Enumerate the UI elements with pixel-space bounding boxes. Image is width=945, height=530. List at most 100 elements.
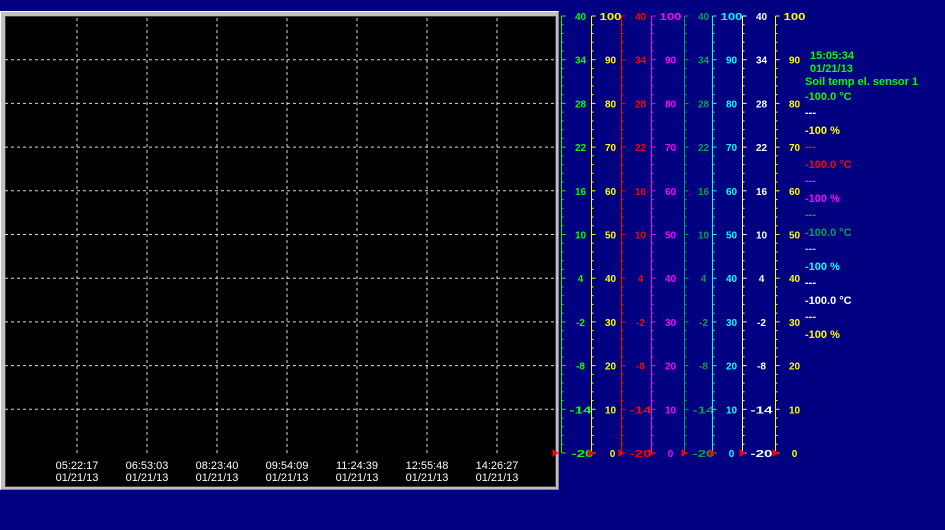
axis-tick-label: 70 [789,143,801,154]
x-tick-label: 06:53:03 01/21/13 [112,460,182,484]
readout-separator: --- [805,209,816,221]
readout-time: 15:05:34 [810,50,855,62]
readout-value: -100 % [805,193,840,205]
axis-tick-label: 80 [605,99,617,110]
x-tick-time: 09:54:09 [265,460,309,472]
axis-tick-label: 50 [665,231,677,242]
x-tick-label: 09:54:09 01/21/13 [252,460,322,484]
axis-tick-label: -8 [757,362,766,373]
axis-tick-label: 28 [635,99,647,110]
axis-tick-label: 30 [789,318,801,329]
axis-tick-label: -8 [576,362,585,373]
axis-tick-label: 30 [726,318,738,329]
x-tick-date: 01/21/13 [265,472,309,484]
axis-tick-label: 0 [729,449,735,460]
axis-tick-label: 100 [784,12,807,23]
x-tick-time: 11:24:39 [335,460,378,472]
readout-value: -100 % [805,261,840,273]
axis-tick-label: -2 [576,318,585,329]
x-tick-time: 08:23:40 [195,460,239,472]
axis-tick-label: 16 [698,187,710,198]
axis-tick-label: 90 [726,56,738,67]
readout-separator: --- [805,243,816,255]
axis-tick-label: 4 [701,274,707,285]
axis-tick-label: 22 [756,143,768,154]
x-tick-date: 01/21/13 [335,472,379,484]
axis-tick-label: -20 [751,449,774,460]
axis-tick-label: 34 [635,56,647,67]
axis-tick-label: -14 [693,405,716,416]
axis-tick-label: 22 [698,143,710,154]
axis-tick-label: 50 [789,231,801,242]
axis-tick-label: 40 [698,12,710,23]
axis-tick-label: 60 [726,187,738,198]
readout-value: -100.0 °C [805,91,852,103]
x-tick-date: 01/21/13 [475,472,519,484]
axis-tick-label: -2 [699,318,708,329]
readout-value: -100.0 °C [805,227,852,239]
readout-separator: --- [805,311,816,323]
axis-tick-label: 4 [638,274,644,285]
readout-value: -100.0 °C [805,295,852,307]
axis-tick-label: 20 [665,362,677,373]
axis-position-marker [552,449,559,457]
axis-tick-label: -8 [699,362,708,373]
axis-tick-label: 10 [726,405,738,416]
axis-tick-label: 0 [668,449,674,460]
readout-separator: --- [805,175,816,187]
axis-tick-label: -14 [751,405,774,416]
axis-tick-label: -2 [636,318,645,329]
readout-value: -100.0 °C [805,159,852,171]
axis-tick-label: -8 [636,362,645,373]
x-tick-label: 11:24:39 01/21/13 [322,460,392,484]
axis-tick-label: 90 [789,56,801,67]
x-tick-label: 14:26:27 01/21/13 [462,460,532,484]
axis-tick-label: 100 [721,12,744,23]
x-tick-time: 14:26:27 [475,460,519,472]
axis-tick-label: 10 [575,231,587,242]
axis-tick-label: 28 [575,99,587,110]
current-value-readout: 15:05:34 01/21/13 Soil temp el. sensor 1… [805,50,945,345]
readout-separator: --- [805,141,816,153]
axis-tick-label: 34 [575,56,587,67]
axis-tick-label: 30 [605,318,617,329]
axis-tick-label: 4 [759,274,765,285]
readout-value: -100 % [805,125,840,137]
axis-tick-label: 10 [789,405,801,416]
x-tick-date: 01/21/13 [125,472,169,484]
axis-tick-label: -14 [630,405,653,416]
axis-tick-label: 22 [575,143,587,154]
axis-tick-label: 50 [605,231,617,242]
axis-tick-label: -2 [757,318,766,329]
axis-tick-label: 16 [575,187,587,198]
x-tick-label: 08:23:40 01/21/13 [182,460,252,484]
axis-tick-label: 28 [698,99,710,110]
axis-tick-label: 50 [726,231,738,242]
axis-tick-label: 10 [605,405,617,416]
axis-tick-label: 20 [605,362,617,373]
axis-tick-label: 34 [698,56,710,67]
axis-tick-label: 60 [665,187,677,198]
axis-tick-label: 80 [726,99,738,110]
axis-tick-label: 40 [665,274,677,285]
axis-tick-label: 40 [789,274,801,285]
axis-tick-label: 80 [665,99,677,110]
x-tick-time: 12:55:48 [405,460,449,472]
axis-tick-label: 30 [665,318,677,329]
axis-tick-label: -14 [570,405,593,416]
axis-tick-label: 28 [756,99,768,110]
readout-separator: --- [805,107,816,119]
x-tick-time: 06:53:03 [125,460,169,472]
axis-tick-label: 20 [789,362,801,373]
axis-tick-label: 70 [726,143,738,154]
axis-tick-label: 10 [665,405,677,416]
readout-value: -100 % [805,329,840,341]
axis-tick-label: 10 [756,231,768,242]
x-tick-label: 12:55:48 01/21/13 [392,460,462,484]
axis-tick-label: 100 [660,12,683,23]
axis-tick-label: 0 [792,449,798,460]
axis-tick-label: 22 [635,143,647,154]
axis-tick-label: 70 [665,143,677,154]
readout-rows: -100.0 °C --- -100 % --- -100.0 °C --- -100 % -… [805,89,945,345]
chart-svg: 4034282216104-2-8-14-2010090807060504030… [5,12,807,460]
